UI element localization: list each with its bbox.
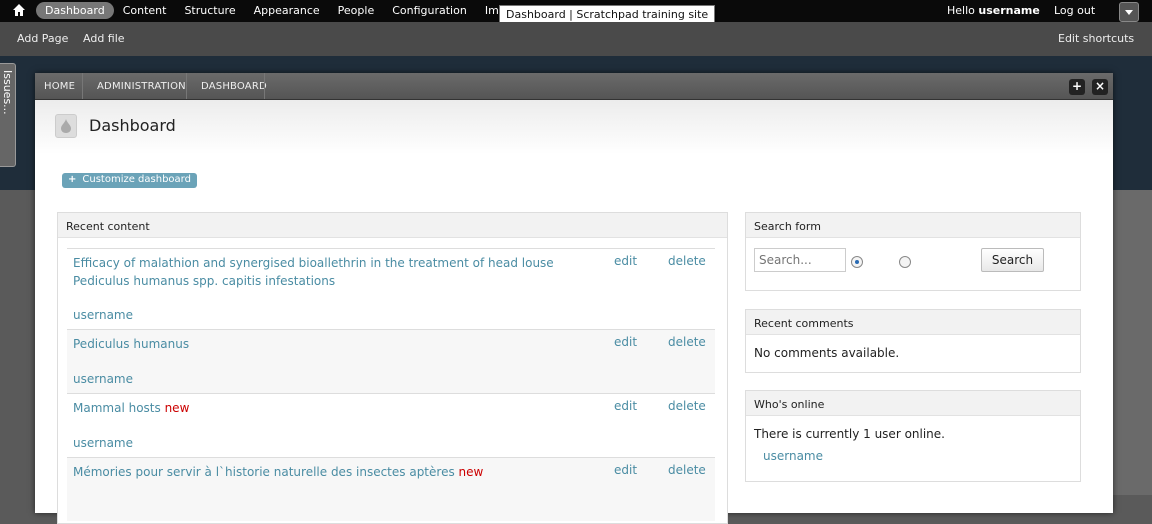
- user-greeting: Hello username: [947, 4, 1040, 17]
- shortcuts-toggle-button[interactable]: [1119, 2, 1139, 22]
- breadcrumb: HOME ADMINISTRATION DASHBOARD + ×: [35, 73, 1113, 100]
- search-button[interactable]: Search: [981, 248, 1044, 272]
- new-marker: new: [164, 401, 190, 415]
- menu-dashboard[interactable]: Dashboard: [36, 2, 114, 19]
- title-bar: Dashboard: [35, 100, 1113, 154]
- current-username[interactable]: username: [978, 4, 1039, 17]
- breadcrumb-home[interactable]: HOME: [44, 81, 75, 92]
- recent-content-panel: Recent content Efficacy of malathion and…: [57, 212, 728, 524]
- hello-label: Hello: [947, 4, 975, 17]
- panel-heading: Search form: [746, 213, 1080, 238]
- edit-shortcuts-link[interactable]: Edit shortcuts: [1058, 32, 1134, 45]
- recent-comments-panel: Recent comments No comments available.: [745, 309, 1081, 373]
- customize-dashboard-label: Customize dashboard: [82, 174, 191, 185]
- drupal-drop-icon: [55, 114, 77, 138]
- online-count-text: There is currently 1 user online.: [754, 427, 945, 441]
- content-title-link[interactable]: Mammal hosts: [73, 401, 161, 415]
- close-button[interactable]: ×: [1092, 79, 1108, 95]
- search-input[interactable]: [754, 248, 846, 272]
- menu-configuration[interactable]: Configuration: [383, 2, 476, 19]
- issues-side-tab[interactable]: Issues...: [0, 63, 16, 167]
- admin-menu: Dashboard Content Structure Appearance Peopl…: [36, 2, 508, 19]
- breadcrumb-administration[interactable]: ADMINISTRATION: [97, 81, 186, 92]
- edit-link[interactable]: edit: [614, 463, 637, 477]
- page-background: [1113, 190, 1152, 495]
- panel-heading: Who's online: [746, 391, 1080, 416]
- breadcrumb-dashboard[interactable]: DASHBOARD: [201, 81, 267, 92]
- page-title: Dashboard: [89, 116, 176, 135]
- whos-online-panel: Who's online There is currently 1 user o…: [745, 390, 1081, 482]
- shortcut-bar: Add Page Add file Edit shortcuts: [0, 22, 1152, 56]
- plus-icon: +: [68, 174, 77, 185]
- author-link[interactable]: username: [73, 308, 133, 322]
- search-form-panel: Search form Search: [745, 212, 1081, 291]
- breadcrumb-divider: [264, 73, 265, 99]
- search-scope-radio-1[interactable]: [851, 256, 863, 268]
- delete-link[interactable]: delete: [668, 254, 706, 268]
- menu-content[interactable]: Content: [114, 2, 176, 19]
- content-row: Mémories pour servir à l`historie nature…: [67, 457, 715, 521]
- menu-appearance[interactable]: Appearance: [245, 2, 329, 19]
- logout-link[interactable]: Log out: [1054, 4, 1095, 17]
- no-comments-text: No comments available.: [754, 346, 900, 360]
- menu-structure[interactable]: Structure: [175, 2, 244, 19]
- content-title-row-4: Mémories pour servir à l`historie nature…: [73, 463, 593, 481]
- author-link[interactable]: username: [73, 436, 133, 450]
- edit-link[interactable]: edit: [614, 335, 637, 349]
- delete-link[interactable]: delete: [668, 399, 706, 413]
- online-user-link[interactable]: username: [763, 449, 823, 463]
- content-title-link[interactable]: Mémories pour servir à l`historie nature…: [73, 465, 455, 479]
- author-link[interactable]: username: [73, 372, 133, 386]
- content-title-link[interactable]: Efficacy of malathion and synergised bio…: [73, 254, 593, 290]
- chevron-down-icon: [1125, 10, 1133, 15]
- content-row: Pediculus humanus edit delete username: [67, 329, 715, 393]
- menu-people[interactable]: People: [329, 2, 384, 19]
- edit-link[interactable]: edit: [614, 254, 637, 268]
- delete-link[interactable]: delete: [668, 463, 706, 477]
- new-marker: new: [458, 465, 484, 479]
- content-title-row-3: Mammal hosts new: [73, 399, 593, 417]
- add-file-shortcut[interactable]: Add file: [83, 32, 125, 45]
- expand-button[interactable]: +: [1069, 79, 1085, 95]
- search-scope-radio-2[interactable]: [899, 256, 911, 268]
- edit-link[interactable]: edit: [614, 399, 637, 413]
- overlay-window: HOME ADMINISTRATION DASHBOARD + × Dashbo…: [35, 73, 1113, 524]
- customize-dashboard-button[interactable]: + Customize dashboard: [62, 173, 197, 188]
- issues-tab-label: Issues...: [1, 70, 14, 115]
- breadcrumb-divider: [82, 73, 83, 99]
- content-row: Efficacy of malathion and synergised bio…: [67, 248, 715, 329]
- add-page-shortcut[interactable]: Add Page: [17, 32, 68, 45]
- home-icon[interactable]: [12, 3, 30, 19]
- content-title-link[interactable]: Pediculus humanus: [73, 335, 593, 353]
- panel-heading: Recent comments: [746, 310, 1080, 335]
- panel-heading: Recent content: [58, 213, 727, 238]
- content-row: Mammal hosts new edit delete username: [67, 393, 715, 457]
- delete-link[interactable]: delete: [668, 335, 706, 349]
- breadcrumb-divider: [186, 73, 187, 99]
